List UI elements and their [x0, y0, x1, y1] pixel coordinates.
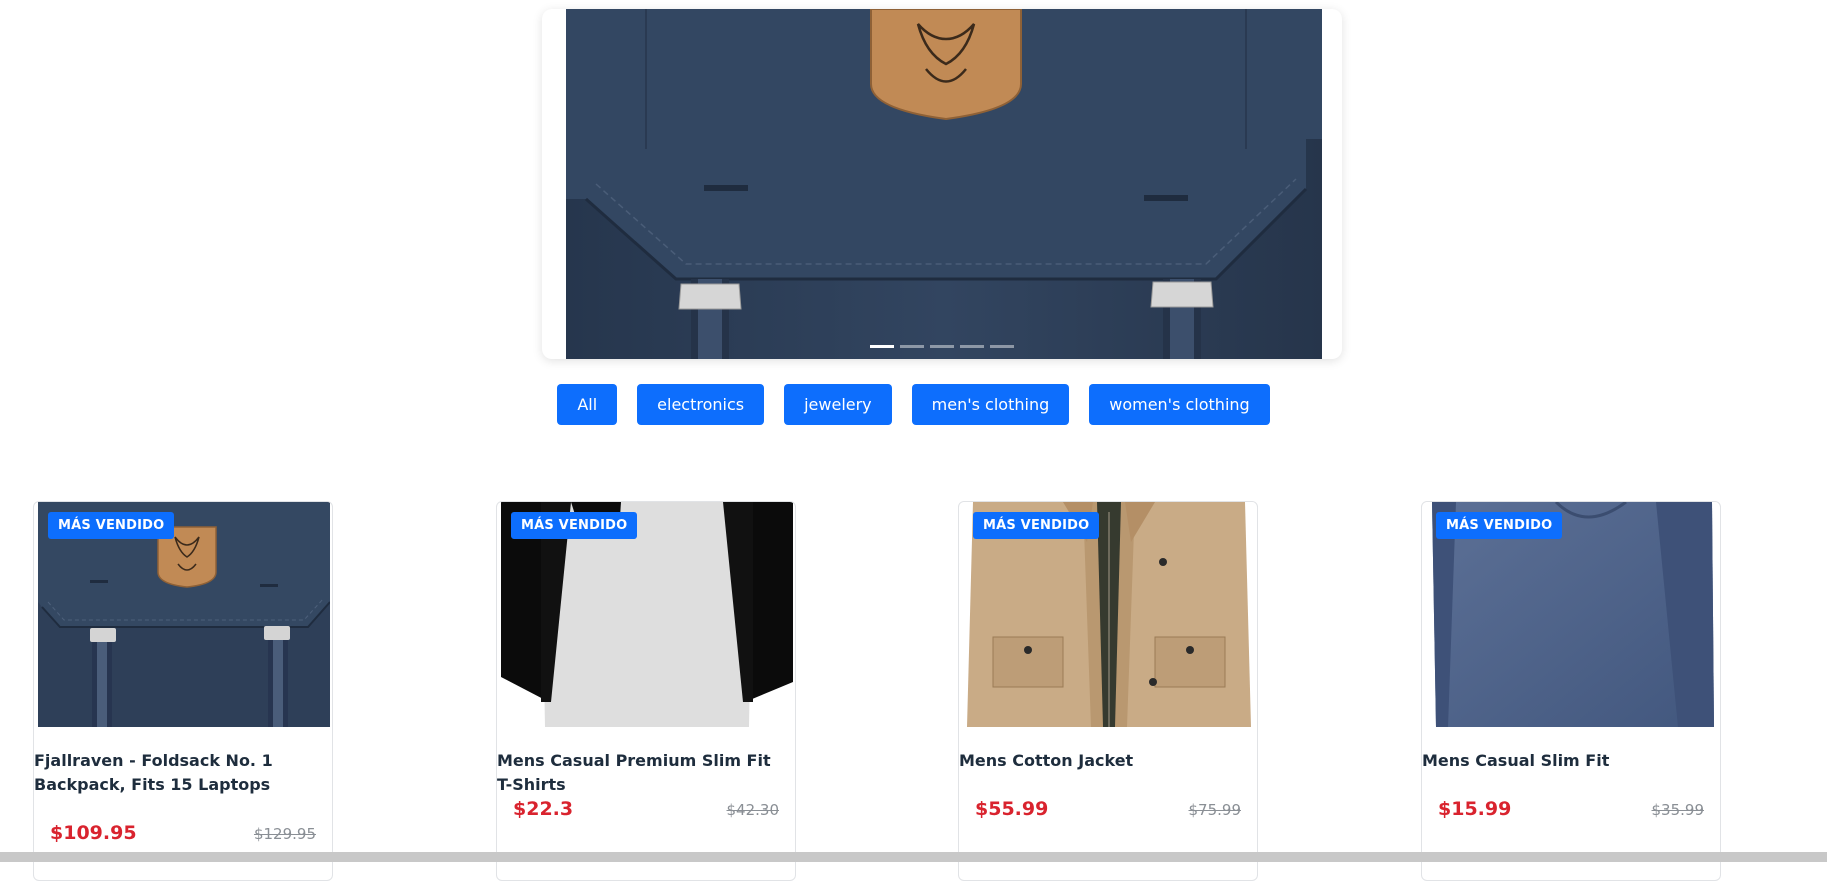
price-row: $109.95 $129.95 — [50, 822, 316, 844]
carousel-indicator-4[interactable] — [960, 345, 984, 348]
product-title[interactable]: Mens Cotton Jacket — [959, 749, 1251, 773]
price-row: $55.99 $75.99 — [975, 798, 1241, 820]
product-image-jacket[interactable]: MÁS VENDIDO — [963, 502, 1255, 727]
filter-mens-clothing-button[interactable]: men's clothing — [911, 384, 1070, 425]
product-price: $55.99 — [975, 798, 1049, 820]
best-seller-badge: MÁS VENDIDO — [48, 512, 175, 539]
backpack-image — [566, 9, 1322, 359]
product-card[interactable]: MÁS VENDIDO Mens Cotton Jacket $55.99 $7… — [958, 501, 1258, 881]
product-old-price: $35.99 — [1651, 801, 1705, 819]
product-title[interactable]: Mens Casual Premium Slim Fit T-Shirts — [497, 749, 789, 797]
product-price: $22.3 — [513, 798, 574, 820]
product-price: $109.95 — [50, 822, 137, 844]
carousel-slide-backpack[interactable] — [566, 9, 1322, 359]
price-row: $22.3 $42.30 — [513, 798, 779, 820]
hero-carousel[interactable] — [542, 9, 1342, 359]
product-image-shirt[interactable]: MÁS VENDIDO — [1426, 502, 1718, 727]
filter-jewelery-button[interactable]: jewelery — [784, 384, 892, 425]
price-row: $15.99 $35.99 — [1438, 798, 1704, 820]
product-price: $15.99 — [1438, 798, 1512, 820]
filter-all-button[interactable]: All — [557, 384, 618, 425]
carousel-indicator-1[interactable] — [870, 345, 894, 348]
carousel-indicators — [542, 345, 1342, 348]
product-card[interactable]: MÁS VENDIDO Mens Casual Premium Slim Fit… — [496, 501, 796, 881]
filter-womens-clothing-button[interactable]: women's clothing — [1089, 384, 1270, 425]
filter-electronics-button[interactable]: electronics — [637, 384, 765, 425]
carousel-indicator-2[interactable] — [900, 345, 924, 348]
product-title[interactable]: Mens Casual Slim Fit — [1422, 749, 1714, 773]
best-seller-badge: MÁS VENDIDO — [511, 512, 638, 539]
product-old-price: $129.95 — [253, 825, 316, 843]
horizontal-scrollbar[interactable] — [0, 852, 1827, 862]
carousel-indicator-3[interactable] — [930, 345, 954, 348]
product-card[interactable]: MÁS VENDIDO Mens Casual Slim Fit $15.99 … — [1421, 501, 1721, 881]
product-old-price: $75.99 — [1188, 801, 1242, 819]
product-old-price: $42.30 — [726, 801, 780, 819]
product-card[interactable]: MÁS VENDIDO Fjallraven - Foldsack No. 1 … — [33, 501, 333, 881]
product-image-tshirt[interactable]: MÁS VENDIDO — [501, 502, 793, 727]
product-image-backpack[interactable]: MÁS VENDIDO — [38, 502, 330, 727]
product-title[interactable]: Fjallraven - Foldsack No. 1 Backpack, Fi… — [34, 749, 326, 797]
best-seller-badge: MÁS VENDIDO — [1436, 512, 1563, 539]
category-filter-bar: All electronics jewelery men's clothing … — [0, 384, 1827, 425]
best-seller-badge: MÁS VENDIDO — [973, 512, 1100, 539]
carousel-indicator-5[interactable] — [990, 345, 1014, 348]
